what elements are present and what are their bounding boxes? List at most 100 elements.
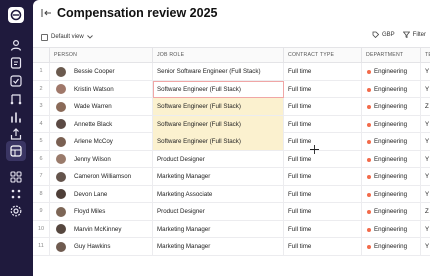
cell-job-role[interactable]: Marketing Manager: [153, 238, 284, 255]
cell-job-role[interactable]: Software Engineer (Full Stack): [153, 133, 284, 150]
page-title: Compensation review 2025: [57, 6, 218, 20]
table-row[interactable]: 1 Bessie Cooper Senior Software Engineer (…: [33, 63, 430, 81]
cell-person[interactable]: Annette Black: [50, 115, 153, 133]
analytics-icon[interactable]: [9, 110, 23, 124]
cell-contract-type[interactable]: Full time: [284, 80, 362, 98]
table-grid-icon: [41, 33, 48, 41]
cell-person[interactable]: Kristin Watson: [50, 80, 153, 98]
table-row[interactable]: 7 Cameron Williamson Marketing Manager Full…: [33, 168, 430, 186]
cell-contract-type[interactable]: Full time: [284, 168, 362, 185]
person-name: Floyd Miles: [74, 208, 106, 215]
cell-contract-type[interactable]: Full time: [284, 238, 362, 255]
cell-person[interactable]: Devon Lane: [50, 185, 153, 203]
cell-department[interactable]: Engineering: [362, 220, 421, 238]
app-logo[interactable]: [8, 7, 24, 23]
column-header-person[interactable]: PERSON: [50, 48, 153, 63]
table-row[interactable]: 10 Marvin McKinney Marketing Manager Full t…: [33, 220, 430, 238]
cell-contract-type[interactable]: Full time: [284, 220, 362, 238]
apps-icon[interactable]: [9, 170, 23, 184]
table-row[interactable]: 6 Jenny Wilson Product Designer Full time En…: [33, 150, 430, 168]
cell-department[interactable]: Engineering: [362, 98, 421, 115]
cell-department[interactable]: Engineering: [362, 115, 421, 133]
table-row[interactable]: 11 Guy Hawkins Marketing Manager Full time E…: [33, 238, 430, 256]
collapse-sidebar-icon[interactable]: [41, 8, 53, 18]
cell-contract-type[interactable]: Full time: [284, 133, 362, 150]
row-number: 7: [33, 168, 50, 185]
cell-department[interactable]: Engineering: [362, 150, 421, 168]
cell-person[interactable]: Bessie Cooper: [50, 63, 153, 80]
settings-icon[interactable]: [9, 204, 23, 218]
filter-icon: [402, 31, 410, 38]
filter-button[interactable]: Filter: [402, 31, 426, 38]
cell-extra[interactable]: Y: [421, 238, 430, 255]
cell-contract-type[interactable]: Full time: [284, 115, 362, 133]
column-header-department[interactable]: DEPARTMENT: [362, 48, 421, 63]
department-label: Engineering: [374, 155, 408, 163]
view-selector[interactable]: Default view: [41, 31, 93, 43]
cell-person[interactable]: Wade Warren: [50, 98, 153, 115]
avatar: [56, 171, 66, 182]
row-number: 2: [33, 80, 50, 98]
cell-contract-type[interactable]: Full time: [284, 150, 362, 168]
cell-job-role[interactable]: Senior Software Engineer (Full Stack): [153, 63, 284, 80]
table-row[interactable]: 2 Kristin Watson Software Engineer (Full S…: [33, 80, 430, 98]
table-row[interactable]: 5 Arlene McCoy Software Engineer (Full Sta…: [33, 133, 430, 151]
cell-person[interactable]: Arlene McCoy: [50, 133, 153, 150]
cell-person[interactable]: Cameron Williamson: [50, 168, 153, 185]
grid-icon[interactable]: [9, 187, 23, 201]
cell-person[interactable]: Guy Hawkins: [50, 238, 153, 255]
cell-department[interactable]: Engineering: [362, 80, 421, 98]
cell-extra[interactable]: Y: [421, 63, 430, 80]
cell-job-role[interactable]: Marketing Associate: [153, 185, 284, 203]
users-icon[interactable]: [9, 38, 23, 52]
cell-department[interactable]: Engineering: [362, 238, 421, 255]
share-icon[interactable]: [9, 127, 23, 141]
cell-department[interactable]: Engineering: [362, 63, 421, 80]
cell-job-role[interactable]: Marketing Manager: [153, 168, 284, 185]
cell-extra[interactable]: Y: [421, 221, 430, 238]
table-row[interactable]: 3 Wade Warren Software Engineer (Full Stac…: [33, 98, 430, 116]
currency-button[interactable]: GBP: [372, 31, 395, 38]
cell-extra[interactable]: Y: [421, 116, 430, 133]
cell-department[interactable]: Engineering: [362, 203, 421, 220]
table-view-icon[interactable]: [6, 141, 26, 161]
cell-contract-type[interactable]: Full time: [284, 63, 362, 80]
currency-label: GBP: [381, 31, 395, 38]
cell-person[interactable]: Marvin McKinney: [50, 220, 153, 238]
column-header-job-role[interactable]: JOB ROLE: [153, 48, 284, 63]
cell-extra[interactable]: Z: [421, 203, 430, 220]
cell-extra[interactable]: Y: [421, 133, 430, 150]
cell-extra[interactable]: Y: [421, 151, 430, 168]
chevron-down-icon: [86, 35, 93, 39]
cell-job-role[interactable]: Product Designer: [153, 150, 284, 168]
cell-job-role[interactable]: Software Engineer (Full Stack): [153, 98, 284, 115]
cell-extra[interactable]: Y: [421, 186, 430, 203]
cell-department[interactable]: Engineering: [362, 185, 421, 203]
cell-person[interactable]: Jenny Wilson: [50, 150, 153, 168]
table-row[interactable]: 4 Annette Black Software Engineer (Full St…: [33, 115, 430, 133]
documents-icon[interactable]: [9, 56, 23, 70]
cell-department[interactable]: Engineering: [362, 133, 421, 150]
crosshair-cursor-icon: [310, 145, 319, 154]
workflow-icon[interactable]: [9, 92, 23, 106]
tasks-icon[interactable]: [9, 74, 23, 88]
cell-contract-type[interactable]: Full time: [284, 185, 362, 203]
column-header-extra[interactable]: TE: [421, 48, 430, 63]
person-name: Marvin McKinney: [74, 225, 122, 233]
table-row[interactable]: 9 Floyd Miles Product Designer Full time Eng…: [33, 203, 430, 221]
cell-job-role[interactable]: Marketing Manager: [153, 220, 284, 238]
cell-job-role[interactable]: Software Engineer (Full Stack): [153, 80, 284, 98]
cell-extra[interactable]: Y: [421, 81, 430, 98]
column-header-contract-type[interactable]: CONTRACT TYPE: [284, 48, 362, 63]
cell-job-role[interactable]: Product Designer: [153, 203, 284, 220]
cell-job-role[interactable]: Software Engineer (Full Stack): [153, 115, 284, 133]
cell-contract-type[interactable]: Full time: [284, 203, 362, 220]
person-name: Jenny Wilson: [74, 155, 111, 163]
cell-department[interactable]: Engineering: [362, 168, 421, 185]
table-row[interactable]: 8 Devon Lane Marketing Associate Full time E…: [33, 185, 430, 203]
cell-contract-type[interactable]: Full time: [284, 98, 362, 115]
row-number-header: [33, 48, 50, 63]
cell-extra[interactable]: Y: [421, 168, 430, 185]
cell-extra[interactable]: Z: [421, 98, 430, 115]
cell-person[interactable]: Floyd Miles: [50, 203, 153, 220]
